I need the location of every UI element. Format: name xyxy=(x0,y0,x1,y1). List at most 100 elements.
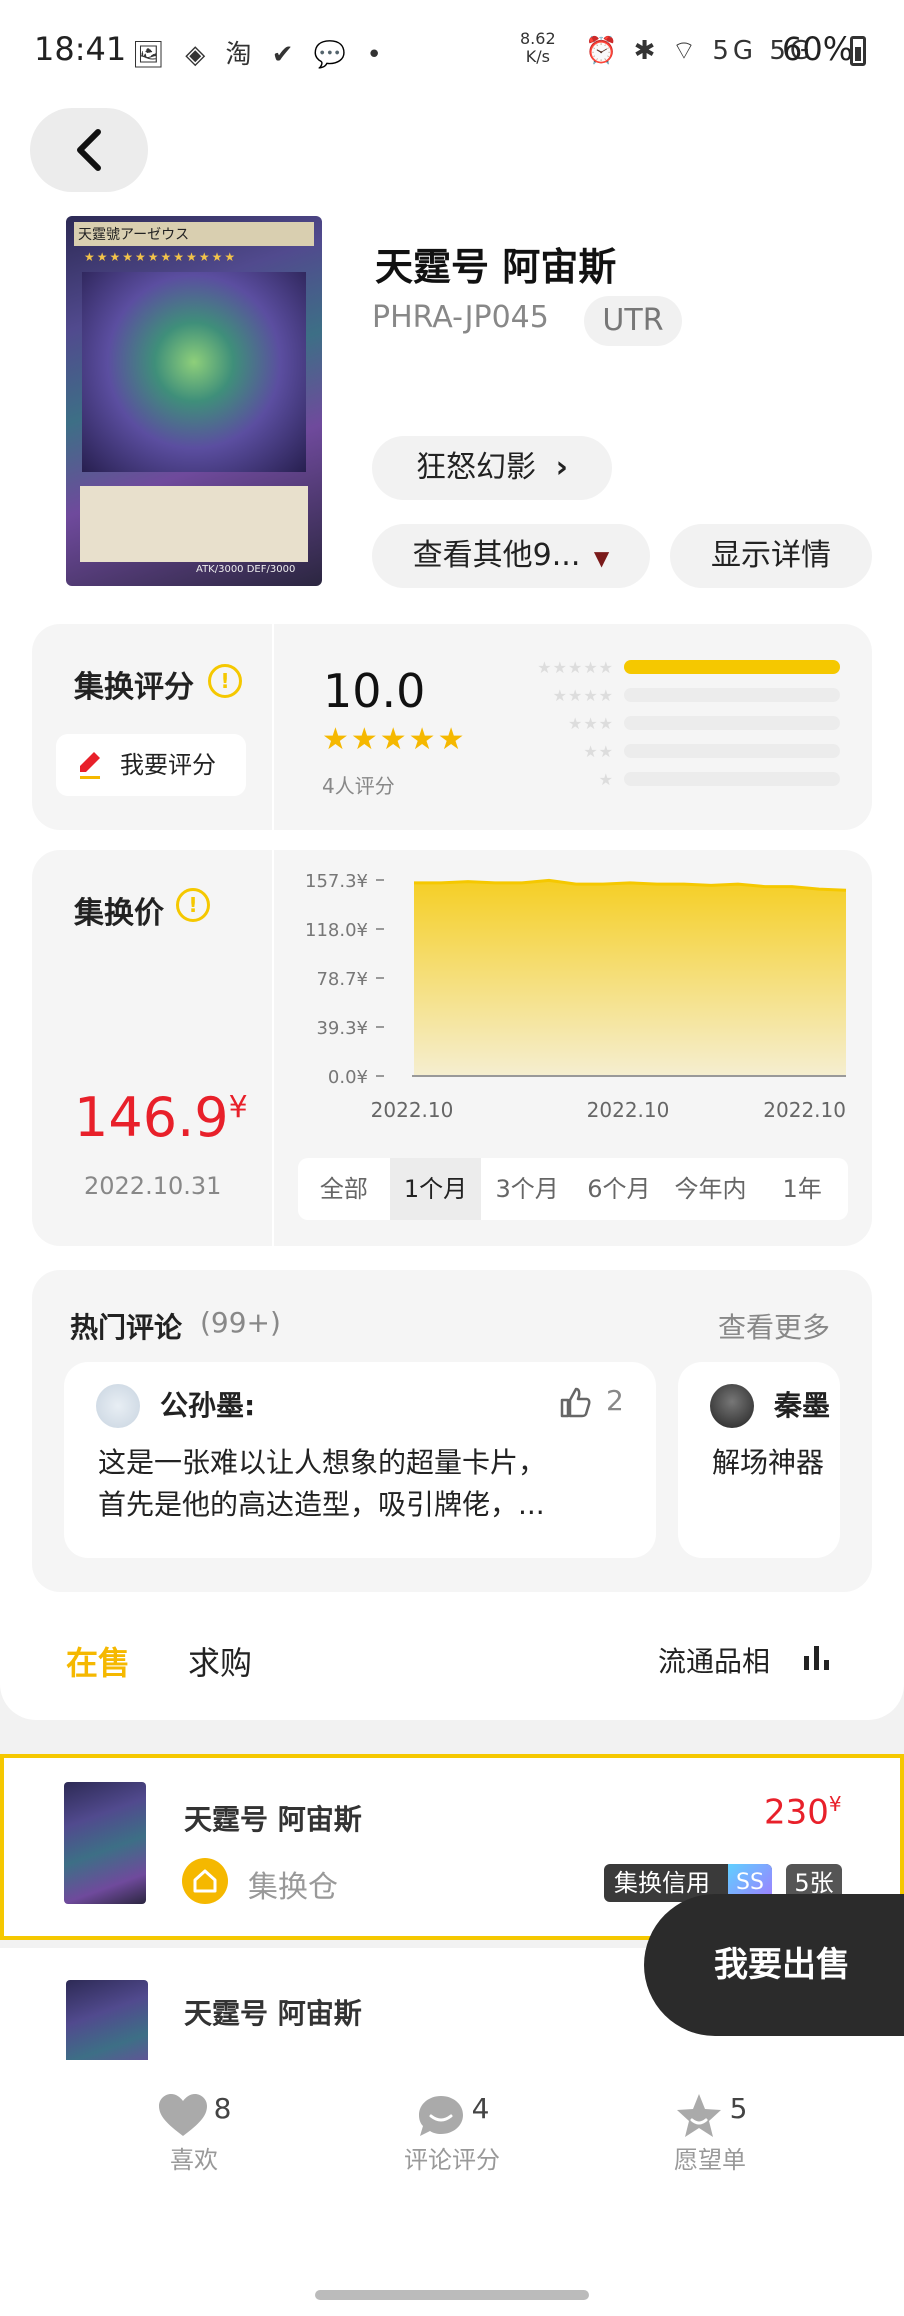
time-range-tabs: 全部 1个月 3个月 6个月 今年内 1年 xyxy=(298,1158,848,1220)
comment-text-line-1: 解场神器 xyxy=(712,1446,825,1479)
card-name: 天霆号 阿宙斯 xyxy=(375,245,617,289)
range-tab[interactable]: 全部 xyxy=(298,1158,390,1220)
rating-divider xyxy=(272,624,274,830)
like-action[interactable]: 8 喜欢 xyxy=(104,2092,284,2175)
distribution-bar-2 xyxy=(624,744,840,758)
comment-label: 评论评分 xyxy=(404,2146,500,2174)
comment-author: 秦墨 xyxy=(774,1389,831,1422)
view-more-link[interactable]: 查看更多 xyxy=(718,1306,830,1346)
wishlist-action[interactable]: 5 愿望单 xyxy=(620,2092,800,2175)
distribution-stars-1: ★ xyxy=(598,770,614,789)
rating-label: 集换评分 xyxy=(74,670,194,705)
card-image-title: 天霆號アーゼウス xyxy=(74,222,314,246)
comment-count: 4 xyxy=(471,2092,490,2125)
current-price: 146.9¥ xyxy=(74,1086,248,1149)
y-tick-label: 39.3¥ xyxy=(316,1018,368,1039)
y-tick-label: 78.7¥ xyxy=(316,969,368,990)
listing-thumbnail xyxy=(64,1782,146,1904)
wishlist-count: 5 xyxy=(729,2092,748,2125)
price-area xyxy=(414,880,846,1076)
y-tick-label: 157.3¥ xyxy=(305,871,368,892)
distribution-bar-3 xyxy=(624,716,840,730)
chevron-left-icon xyxy=(77,129,101,171)
distribution-bar-5 xyxy=(624,660,840,674)
network-speed-value: 8.62 xyxy=(520,29,556,48)
card-image-stats: ATK/3000 DEF/3000 xyxy=(196,564,296,575)
range-tab[interactable]: 6个月 xyxy=(573,1158,665,1220)
circulation-filter[interactable]: 流通品相 xyxy=(658,1640,770,1680)
card-code: PHRA-JP045 xyxy=(372,300,549,335)
listing-name: 天霆号 阿宙斯 xyxy=(184,1803,362,1836)
warehouse-icon xyxy=(182,1858,228,1904)
listing-name: 天霆号 阿宙斯 xyxy=(184,1997,362,2030)
y-tick-label: 0.0¥ xyxy=(328,1067,368,1088)
network-speed-unit: K/s xyxy=(525,47,550,66)
distribution-stars-5: ★★★★★ xyxy=(537,658,614,677)
show-details-button[interactable]: 显示详情 xyxy=(670,524,872,588)
comments-title: 热门评论 xyxy=(70,1311,183,1344)
back-button[interactable] xyxy=(30,108,148,192)
star-icon xyxy=(676,2094,721,2137)
comment-card[interactable]: 公孙墨: 2 这是一张难以让人想象的超量卡片， 首先是他的高达造型，吸引牌佬，.… xyxy=(64,1362,656,1558)
other-versions-dropdown[interactable]: 查看其他9... ▼ xyxy=(372,524,650,588)
comment-text-line-2: 首先是他的高达造型，吸引牌佬，... xyxy=(98,1488,545,1521)
thumbs-up-icon[interactable] xyxy=(558,1386,592,1420)
x-tick-label: 2022.10 xyxy=(371,1098,454,1122)
rating-count: 4人评分 xyxy=(322,774,395,798)
caret-down-icon: ▼ xyxy=(593,546,610,570)
warehouse-label: 集换仓 xyxy=(248,1870,338,1905)
price-date: 2022.10.31 xyxy=(84,1172,222,1200)
like-count: 2 xyxy=(606,1384,624,1417)
battery-level: 60% xyxy=(782,30,854,68)
wishlist-label: 愿望单 xyxy=(674,2146,746,2174)
avatar xyxy=(710,1384,754,1428)
battery-icon xyxy=(850,36,866,66)
listing-price: 230¥ xyxy=(764,1792,842,1832)
range-tab[interactable]: 今年内 xyxy=(665,1158,757,1220)
home-indicator[interactable] xyxy=(315,2290,589,2300)
bar-chart-icon[interactable] xyxy=(802,1644,832,1670)
like-count: 8 xyxy=(213,2092,232,2125)
card-image-stars: ★★★★★★★★★★★★ xyxy=(84,250,238,264)
rarity-badge: UTR xyxy=(584,296,682,346)
info-icon[interactable]: ! xyxy=(208,664,242,698)
x-tick-label: 2022.10 xyxy=(587,1098,670,1122)
listing-price-value: 230 xyxy=(764,1792,829,1833)
price-chart[interactable]: 157.3¥ 118.0¥ 78.7¥ 39.3¥ 0.0¥ 2022.10 2022.1… xyxy=(276,862,860,1124)
credit-label: 集换信用 xyxy=(614,1869,710,1897)
range-tab[interactable]: 1个月 xyxy=(389,1158,482,1220)
distribution-bar-1 xyxy=(624,772,840,786)
comment-text-line-1: 这是一张难以让人想象的超量卡片， xyxy=(98,1446,547,1479)
status-time: 18:41 xyxy=(34,30,127,68)
set-name-label: 狂怒幻影 xyxy=(416,450,537,485)
comment-card[interactable]: 秦墨 解场神器 xyxy=(678,1362,840,1558)
tab-on-sale[interactable]: 在售 xyxy=(66,1638,130,1684)
tab-wanted[interactable]: 求购 xyxy=(188,1638,252,1684)
system-icons: ⏰ ✱ ⌔ 5G 5G xyxy=(585,36,815,66)
network-speed: 8.62 K/s xyxy=(520,30,556,66)
listing-price-currency: ¥ xyxy=(828,1792,842,1816)
set-name-button[interactable]: 狂怒幻影 › xyxy=(372,436,612,500)
distribution-stars-2: ★★ xyxy=(583,742,614,761)
distribution-fill-5 xyxy=(624,660,840,674)
sell-button[interactable]: 我要出售 xyxy=(644,1894,904,2036)
price-label: 集换价 xyxy=(74,896,164,931)
other-versions-label: 查看其他9... xyxy=(412,538,581,573)
range-tab[interactable]: 3个月 xyxy=(481,1158,573,1220)
pencil-icon xyxy=(80,752,100,779)
x-tick-label: 2022.10 xyxy=(763,1098,846,1122)
listing-thumbnail xyxy=(66,1980,148,2060)
comment-rating-action[interactable]: 4 评论评分 xyxy=(362,2092,542,2175)
comment-author: 公孙墨: xyxy=(160,1389,256,1422)
notification-icons: 🖼 ◈ 淘 ✔ 💬 • xyxy=(132,40,388,70)
card-image[interactable]: 天霆號アーゼウス ★★★★★★★★★★★★ ATK/3000 DEF/3000 xyxy=(66,216,322,586)
distribution-stars-3: ★★★ xyxy=(567,714,614,733)
range-tab[interactable]: 1年 xyxy=(756,1158,848,1220)
distribution-bar-4 xyxy=(624,688,840,702)
heart-icon xyxy=(158,2094,207,2136)
chevron-right-icon: › xyxy=(555,450,568,485)
y-tick-label: 118.0¥ xyxy=(305,920,368,941)
current-price-value: 146.9 xyxy=(74,1086,229,1149)
distribution-stars-4: ★★★★ xyxy=(552,686,614,705)
price-info-icon[interactable]: ! xyxy=(176,888,210,922)
